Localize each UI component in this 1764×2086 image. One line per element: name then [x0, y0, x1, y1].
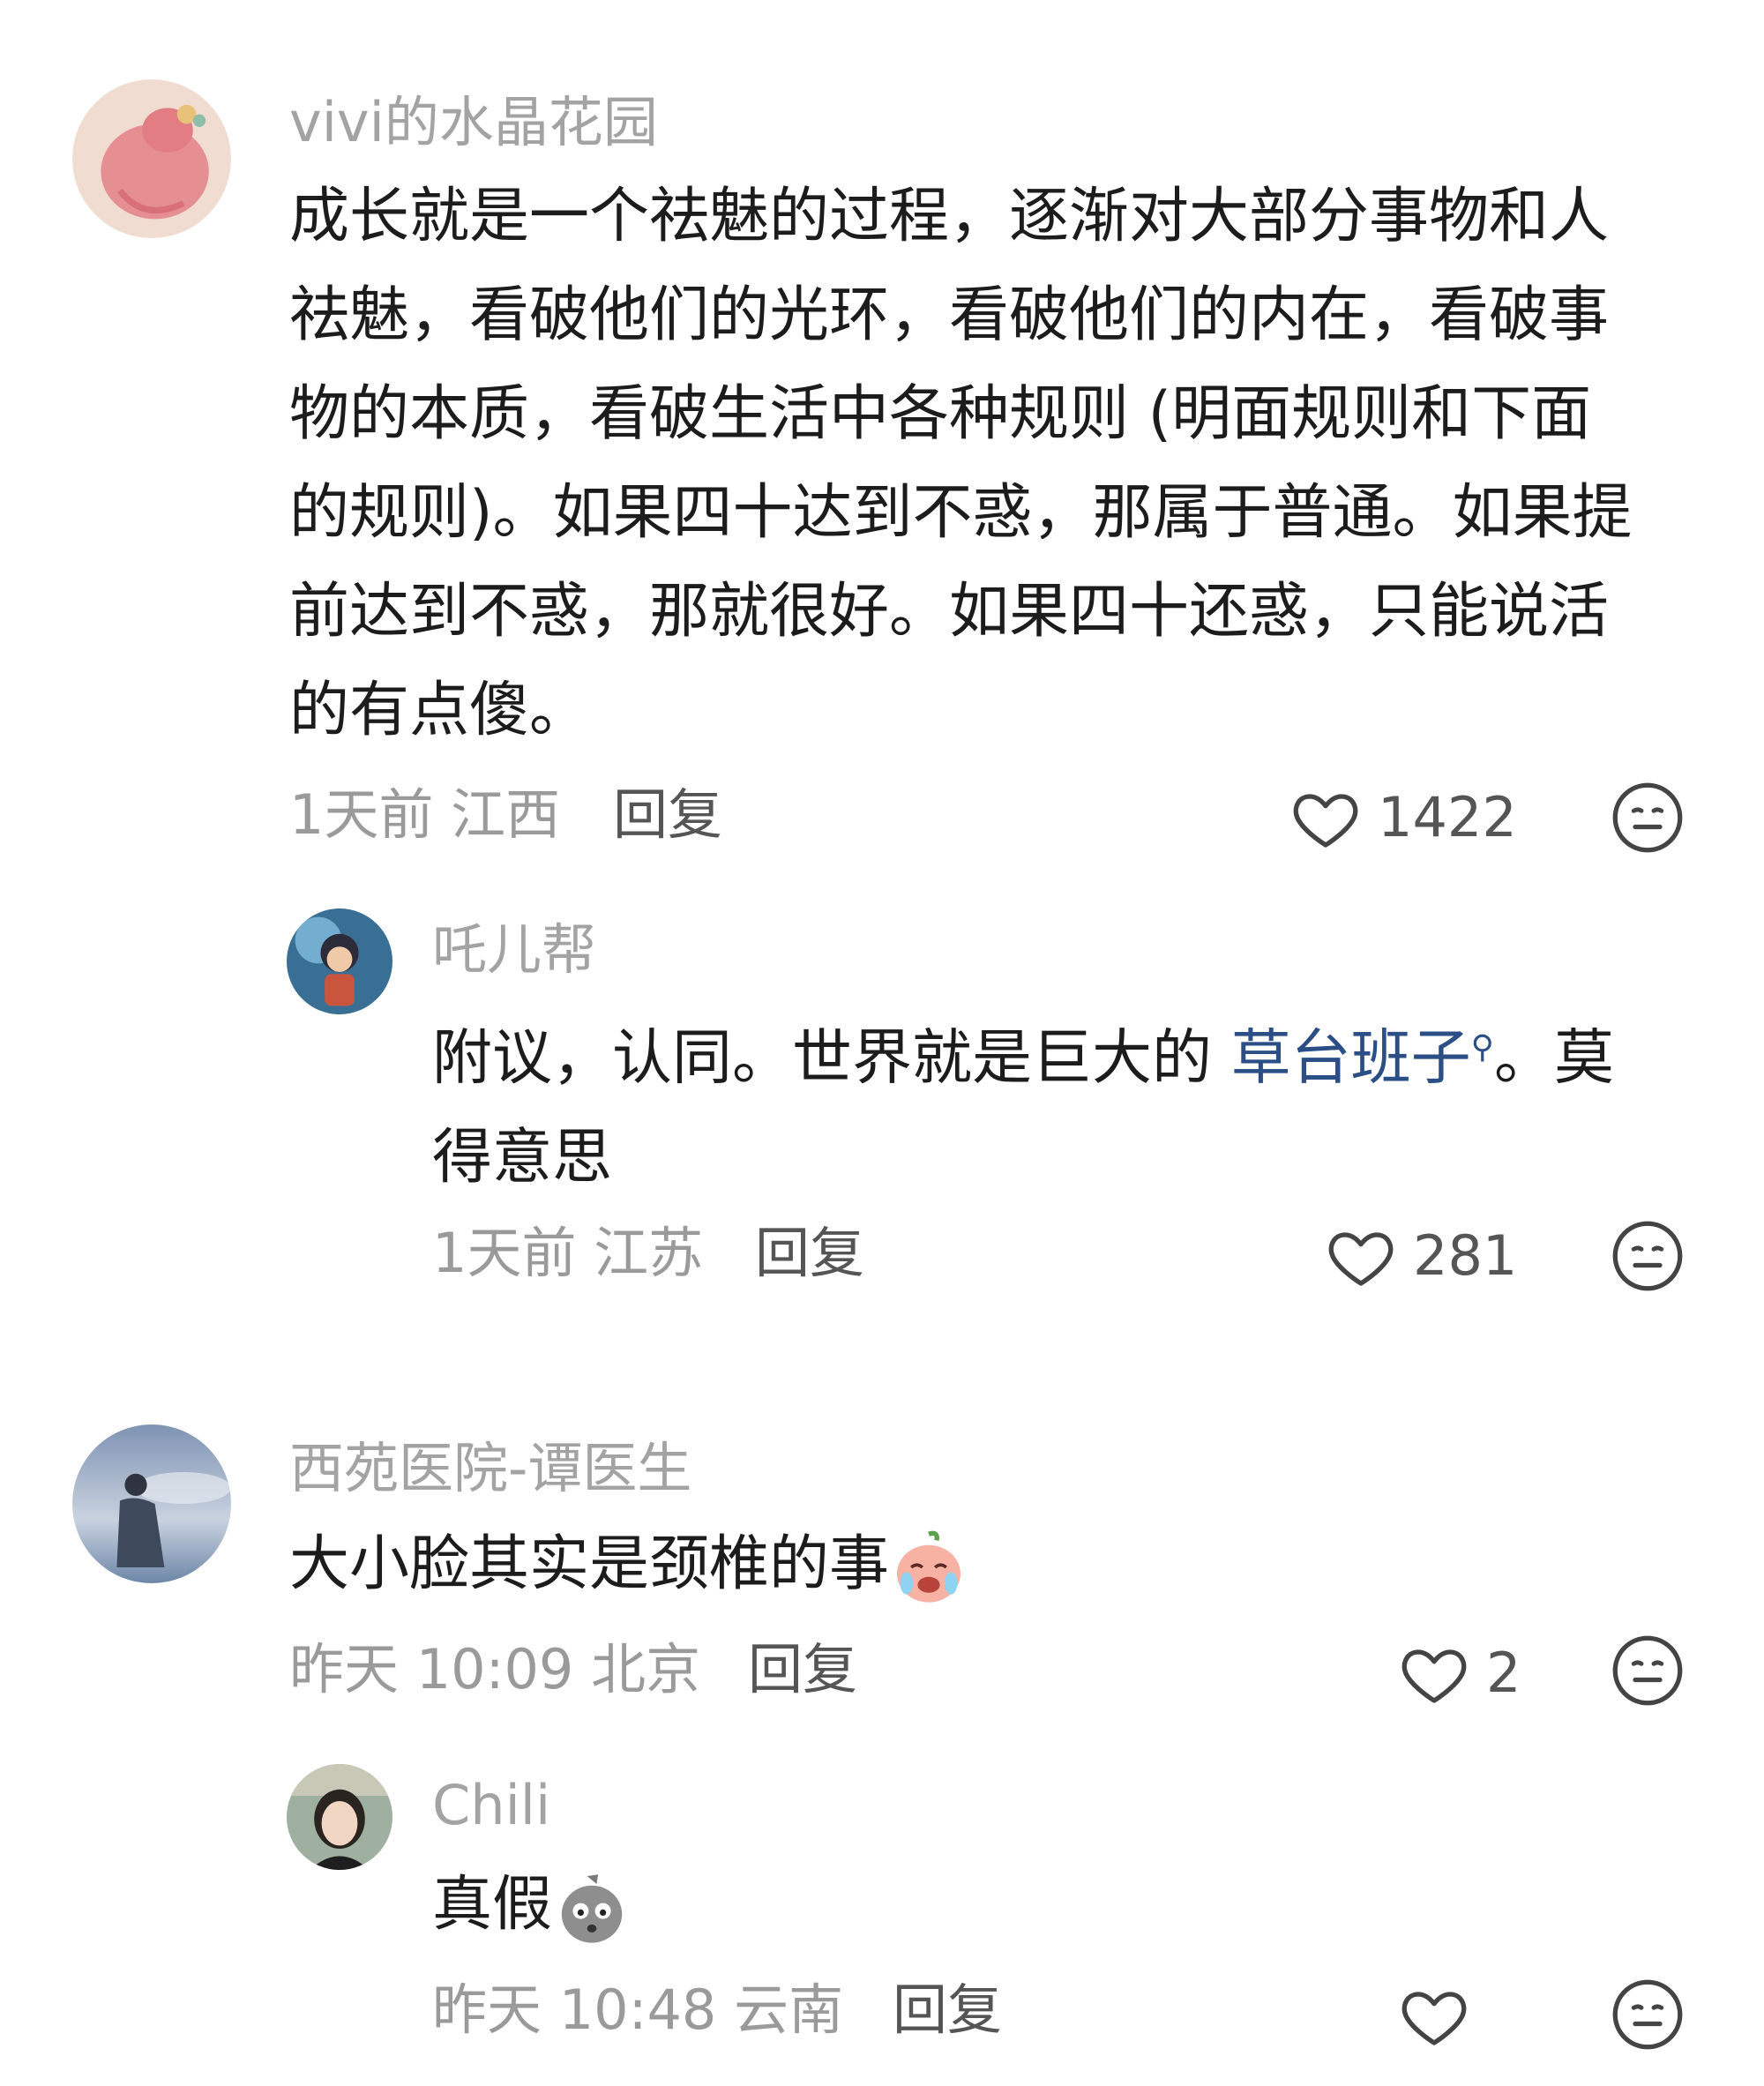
- like-count: 1422: [1378, 785, 1517, 849]
- meh-face-icon[interactable]: [1611, 781, 1685, 855]
- reply-text-after: 。莫: [1494, 1023, 1615, 1094]
- comment-line: 的有点傻。: [289, 676, 590, 745]
- shocked-gray-emoji: [552, 1868, 632, 1948]
- reply-button[interactable]: 回复: [748, 1642, 857, 1697]
- like-count: 281: [1413, 1223, 1518, 1288]
- username[interactable]: 西苑医院-谭医生: [289, 1441, 691, 1496]
- like-button[interactable]: 281: [1325, 1222, 1536, 1292]
- reply-line: 得意思: [432, 1122, 613, 1193]
- comment-line: 祛魅，看破他们的光环，看破他们的内在，看破事: [289, 280, 1610, 350]
- like-button[interactable]: 2: [1398, 1639, 1539, 1709]
- meh-face-icon[interactable]: [1611, 1634, 1685, 1708]
- crying-laughing-emoji: [889, 1528, 968, 1607]
- reply-time-location: 1天前 江苏: [432, 1221, 704, 1285]
- username[interactable]: vivi的水晶花园: [289, 95, 658, 150]
- comment-text-body: 大小脸其实是颈椎的事: [289, 1529, 890, 1599]
- heart-icon: [1328, 1232, 1394, 1286]
- person-sky-avatar[interactable]: [72, 1424, 231, 1583]
- reply-username[interactable]: Chili: [432, 1778, 550, 1833]
- comment-time-location: 昨天 10:09 北京: [289, 1637, 701, 1701]
- reply-text: 附议，认同。世界就是巨大的 草台班子⚲。莫 得意思: [432, 998, 1614, 1207]
- like-button[interactable]: [1398, 1981, 1504, 2052]
- heart-icon: [1293, 794, 1358, 848]
- comment-line: 物的本质，看破生活中各种规则 (明面规则和下面: [289, 379, 1592, 449]
- comment-text: 成长就是一个祛魅的过程，逐渐对大部分事物和人 祛魅，看破他们的光环，看破他们的内…: [289, 168, 1633, 760]
- reply-text-body: 真假: [432, 1870, 553, 1940]
- comment-line: 前达到不惑，那就很好。如果四十还惑，只能说活: [289, 577, 1610, 647]
- reply-button[interactable]: 回复: [613, 788, 722, 842]
- heart-icon: [1401, 1992, 1467, 2045]
- reply-time-location: 昨天 10:48 云南: [432, 1978, 844, 2042]
- pink-flamingo-avatar[interactable]: [72, 79, 231, 238]
- comment-text: 大小脸其实是颈椎的事: [289, 1515, 968, 1614]
- reply-line: 附议，认同。世界就是巨大的 草台班子⚲。莫: [432, 998, 1614, 1109]
- search-link[interactable]: 草台班子: [1231, 1024, 1471, 1094]
- reply-button[interactable]: 回复: [755, 1226, 864, 1281]
- meh-face-icon[interactable]: [1611, 1219, 1685, 1293]
- reply-button[interactable]: 回复: [893, 1983, 1002, 2037]
- comment-line: 大小脸其实是颈椎的事: [289, 1515, 968, 1614]
- woman-portrait-avatar[interactable]: [287, 1764, 392, 1870]
- search-icon[interactable]: ⚲: [1471, 1029, 1494, 1065]
- reply-text: 真假: [432, 1856, 632, 1955]
- reply-text-before: 附议，认同。世界就是巨大的: [432, 1023, 1231, 1094]
- comment-time-location: 1天前 江西: [289, 782, 561, 847]
- meh-face-icon[interactable]: [1611, 1978, 1685, 2052]
- cartoon-character-avatar[interactable]: [287, 908, 392, 1014]
- comment-line: 的规则)。如果四十达到不惑，那属于普通。如果提: [289, 478, 1633, 548]
- reply-username[interactable]: 吒儿帮: [432, 923, 596, 977]
- comment-line: 成长就是一个祛魅的过程，逐渐对大部分事物和人: [289, 182, 1610, 251]
- heart-icon: [1401, 1649, 1467, 1703]
- like-count: 2: [1486, 1641, 1521, 1705]
- like-button[interactable]: 1422: [1289, 783, 1536, 854]
- reply-line: 真假: [432, 1856, 632, 1955]
